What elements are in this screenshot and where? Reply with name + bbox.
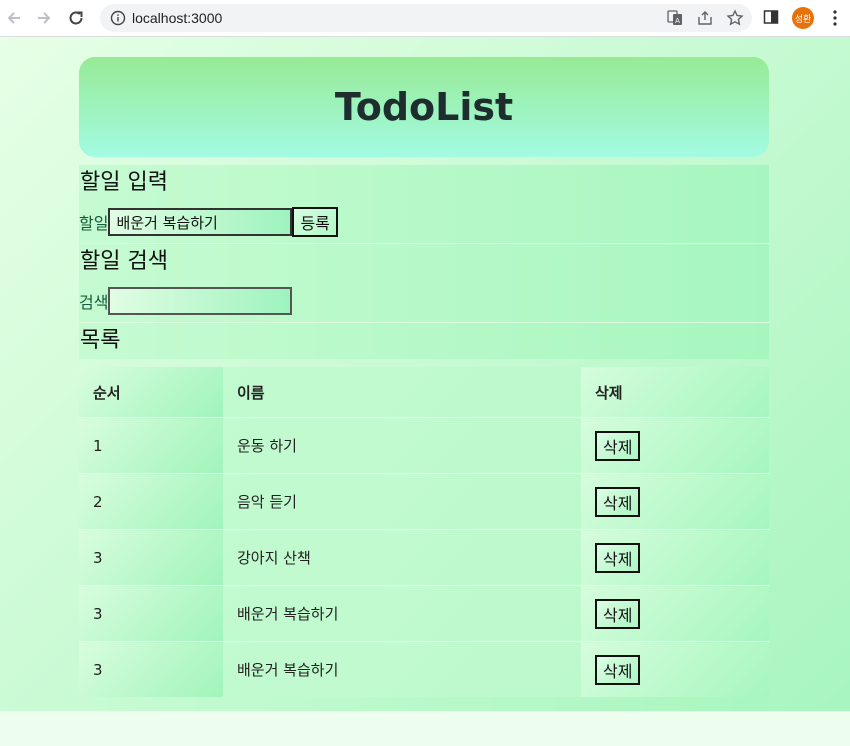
delete-button[interactable]: 삭제 [595, 654, 641, 685]
table-row: 2 음악 듣기 삭제 [79, 473, 769, 530]
side-panel-icon[interactable] [763, 9, 779, 25]
todo-table: 순서 이름 삭제 1 운동 하기 삭제 2 음악 듣기 삭제 3 강아지 산책 … [79, 367, 769, 697]
todo-input[interactable] [108, 208, 293, 236]
reload-icon[interactable] [65, 7, 87, 29]
row-order: 3 [79, 529, 223, 586]
table-row: 3 배운거 복습하기 삭제 [79, 641, 769, 697]
search-section: 할일 검색 검색 [79, 244, 769, 323]
row-name: 음악 듣기 [223, 473, 581, 530]
more-menu-icon[interactable] [829, 9, 841, 27]
table-row: 3 배운거 복습하기 삭제 [79, 585, 769, 642]
row-order: 2 [79, 473, 223, 530]
input-section: 할일 입력 할일 등록 [79, 165, 769, 244]
column-header-name: 이름 [223, 367, 581, 418]
url-text[interactable]: localhost:3000 [132, 10, 222, 26]
search-input[interactable] [108, 287, 293, 315]
share-icon[interactable] [696, 9, 714, 27]
row-name: 강아지 산책 [223, 529, 581, 586]
delete-button[interactable]: 삭제 [595, 486, 641, 517]
list-section-title: 목록 [80, 328, 121, 353]
bookmark-star-icon[interactable] [726, 9, 744, 27]
table-row: 3 강아지 산책 삭제 [79, 529, 769, 586]
row-name: 운동 하기 [223, 417, 581, 474]
input-row: 할일 등록 [79, 201, 769, 243]
browser-toolbar: localhost:3000 A 성환 [0, 0, 850, 37]
list-section-header: 목록 [79, 323, 769, 359]
svg-text:A: A [675, 17, 680, 25]
forward-icon[interactable] [33, 7, 55, 29]
table-header-row: 순서 이름 삭제 [79, 367, 769, 418]
column-header-delete: 삭제 [581, 367, 769, 418]
delete-button[interactable]: 삭제 [595, 542, 641, 573]
address-bar[interactable]: localhost:3000 A [100, 4, 752, 32]
table-row: 1 운동 하기 삭제 [79, 417, 769, 474]
app-header: TodoList [79, 57, 769, 157]
back-icon[interactable] [3, 7, 25, 29]
app-title: TodoList [334, 85, 514, 129]
search-section-title: 할일 검색 [80, 249, 168, 274]
delete-button[interactable]: 삭제 [595, 430, 641, 461]
row-order: 3 [79, 641, 223, 697]
translate-icon[interactable]: A [666, 9, 684, 27]
page-bottom-area [0, 711, 850, 746]
row-order: 1 [79, 417, 223, 474]
profile-avatar[interactable]: 성환 [792, 7, 814, 29]
search-input-label: 검색 [79, 293, 109, 312]
search-row: 검색 [79, 280, 769, 322]
row-order: 3 [79, 585, 223, 642]
todo-app: TodoList 할일 입력 할일 등록 할일 검색 검색 목록 [79, 57, 769, 713]
page-background: TodoList 할일 입력 할일 등록 할일 검색 검색 목록 [0, 37, 850, 713]
column-header-order: 순서 [79, 367, 223, 418]
row-name: 배운거 복습하기 [223, 585, 581, 642]
input-section-title: 할일 입력 [80, 170, 168, 195]
site-info-icon[interactable] [110, 10, 126, 26]
todo-input-label: 할일 [79, 214, 109, 233]
register-button[interactable]: 등록 [292, 207, 338, 237]
row-name: 배운거 복습하기 [223, 641, 581, 697]
delete-button[interactable]: 삭제 [595, 598, 641, 629]
